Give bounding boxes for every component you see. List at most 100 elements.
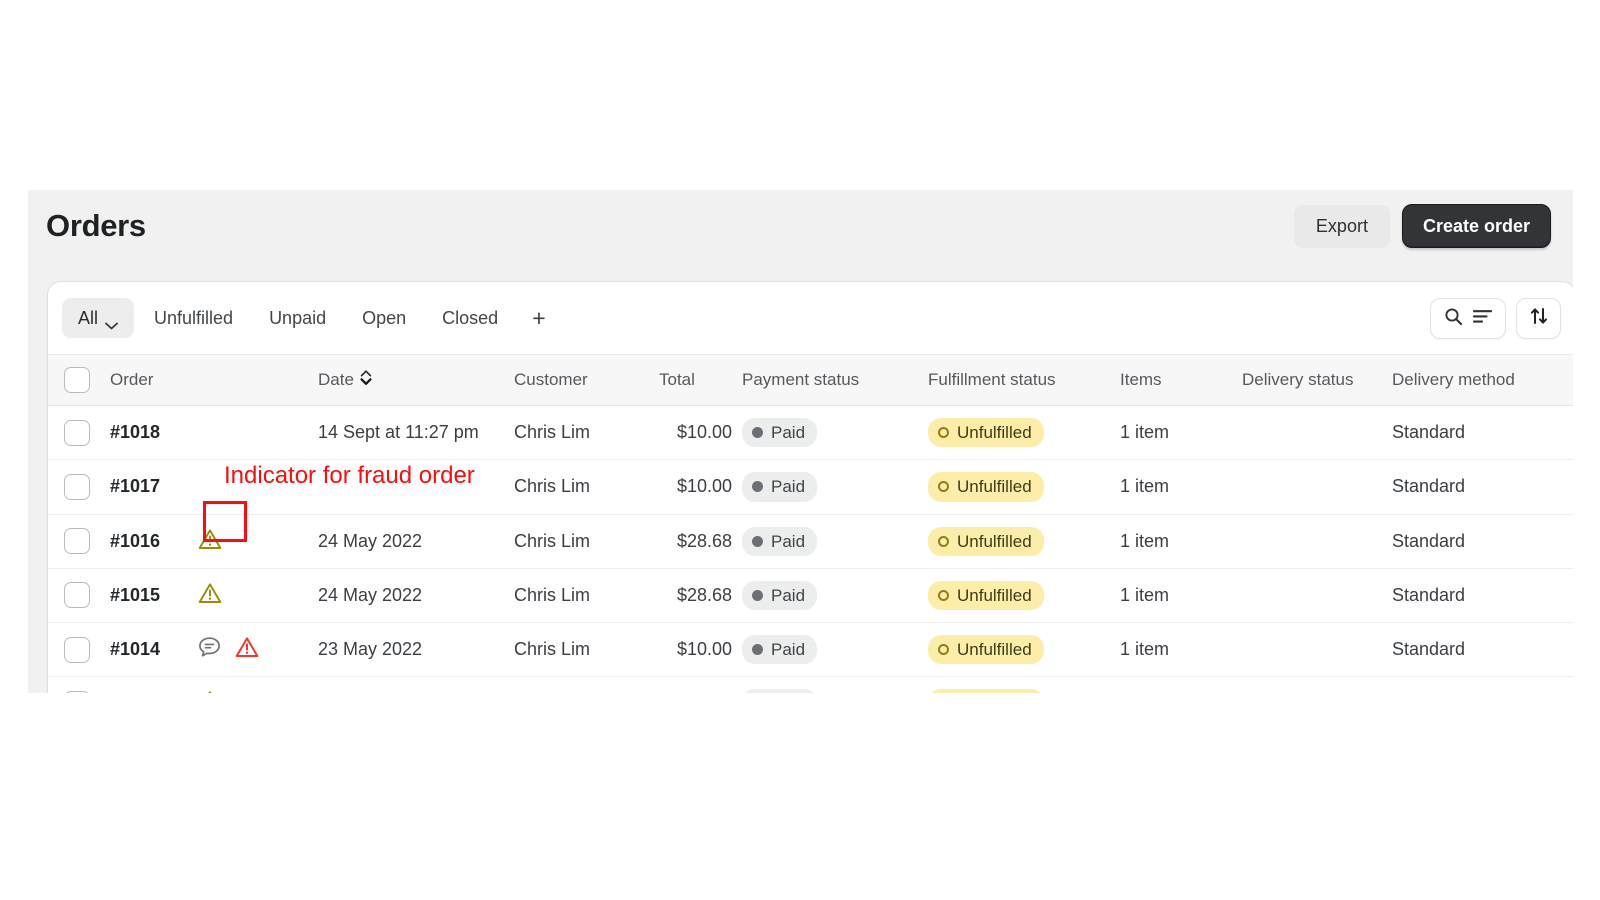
cell-customer: Chris Lim — [514, 623, 659, 677]
column-header-delivery-status[interactable]: Delivery status — [1242, 355, 1392, 406]
cell-date: 24 May 2022 — [318, 568, 514, 622]
warning-triangle-olive-icon[interactable] — [198, 528, 222, 555]
page-header: Orders Export Create order — [28, 190, 1573, 272]
table-row[interactable]: #101423 May 2022Chris Lim$10.00PaidUnful… — [48, 623, 1573, 677]
cell-order: #1017 — [110, 460, 196, 514]
table-row[interactable]: #101814 Sept at 11:27 pmChris Lim$10.00P… — [48, 406, 1573, 460]
row-checkbox[interactable] — [64, 637, 90, 663]
sort-button[interactable] — [1516, 298, 1561, 339]
status-badge-paid: Paid — [742, 581, 817, 610]
cell-delivery-status — [1242, 623, 1392, 677]
paid-label: Paid — [771, 476, 805, 497]
cell-items: 1 item — [1120, 623, 1242, 677]
cell-fulfillment-status: Unfulfilled — [928, 460, 1120, 514]
paid-label: Paid — [771, 585, 805, 606]
paid-dot-icon — [752, 590, 763, 601]
row-checkbox[interactable] — [64, 691, 90, 693]
paid-label: Paid — [771, 422, 805, 443]
cell-payment-status: Paid — [742, 460, 928, 514]
row-checkbox[interactable] — [64, 420, 90, 446]
table-row[interactable]: #101524 May 2022Chris Lim$28.68PaidUnful… — [48, 568, 1573, 622]
cell-flags — [196, 406, 318, 460]
paid-label: Paid — [771, 531, 805, 552]
table-body: #101814 Sept at 11:27 pmChris Lim$10.00P… — [48, 406, 1573, 694]
cell-date: 24 May 2022 — [318, 514, 514, 568]
orders-table: Order Date — [48, 354, 1573, 693]
column-header-payment-status[interactable]: Payment status — [742, 355, 928, 406]
cell-delivery-method: Standard — [1392, 568, 1573, 622]
column-header-order[interactable]: Order — [110, 355, 196, 406]
cell-items: 1 item — [1120, 514, 1242, 568]
cell-payment-status: Paid — [742, 568, 928, 622]
column-header-total[interactable]: Total — [659, 355, 742, 406]
table-row[interactable]: #10134 Mar 2022Chris Lim$29.59PaidUnfulf… — [48, 677, 1573, 693]
create-order-button[interactable]: Create order — [1402, 204, 1551, 248]
add-tab-button[interactable]: + — [518, 298, 559, 338]
status-badge-unfulfilled: Unfulfilled — [928, 418, 1044, 447]
cell-date: 14 Sept at 11:27 pm — [318, 406, 514, 460]
row-select-cell — [48, 460, 110, 514]
comment-bubble-icon[interactable] — [198, 636, 221, 663]
column-header-items[interactable]: Items — [1120, 355, 1242, 406]
export-button[interactable]: Export — [1294, 205, 1390, 247]
cell-items: 1 item — [1120, 677, 1242, 693]
unfulfilled-label: Unfulfilled — [957, 639, 1032, 660]
status-badge-unfulfilled: Unfulfilled — [928, 527, 1044, 556]
cell-total: $28.68 — [659, 568, 742, 622]
cell-delivery-method: Standard — [1392, 623, 1573, 677]
cell-delivery-status — [1242, 677, 1392, 693]
tab-open[interactable]: Open — [346, 298, 422, 338]
search-and-filter-button[interactable] — [1430, 298, 1506, 339]
tab-unfulfilled[interactable]: Unfulfilled — [138, 298, 249, 338]
cell-delivery-method: Standard — [1392, 514, 1573, 568]
cell-delivery-status — [1242, 406, 1392, 460]
tab-unfulfilled-label: Unfulfilled — [154, 308, 233, 329]
column-header-customer[interactable]: Customer — [514, 355, 659, 406]
filter-icon — [1473, 309, 1492, 329]
screen-root: Orders Export Create order All — [0, 0, 1600, 900]
column-header-flags — [196, 355, 318, 406]
row-checkbox[interactable] — [64, 528, 90, 554]
unfulfilled-label: Unfulfilled — [957, 422, 1032, 443]
warning-triangle-olive-icon[interactable] — [198, 582, 222, 609]
cell-customer: Chris Lim — [514, 460, 659, 514]
cell-flags — [196, 623, 318, 677]
paid-dot-icon — [752, 427, 763, 438]
search-icon — [1444, 307, 1463, 331]
unfulfilled-label: Unfulfilled — [957, 476, 1032, 497]
status-badge-paid: Paid — [742, 418, 817, 447]
row-select-cell — [48, 514, 110, 568]
tab-all[interactable]: All — [62, 298, 134, 338]
row-select-cell — [48, 568, 110, 622]
cell-flags — [196, 514, 318, 568]
table-row[interactable]: #101624 May 2022Chris Lim$28.68PaidUnful… — [48, 514, 1573, 568]
cell-delivery-method: Standard — [1392, 406, 1573, 460]
warning-triangle-olive-icon[interactable] — [198, 690, 222, 693]
column-header-delivery-method[interactable]: Delivery method — [1392, 355, 1573, 406]
cell-flags — [196, 568, 318, 622]
tab-unpaid[interactable]: Unpaid — [253, 298, 342, 338]
select-all-checkbox[interactable] — [64, 367, 90, 393]
status-badge-unfulfilled: Unfulfilled — [928, 635, 1044, 664]
select-all-header — [48, 355, 110, 406]
table-head: Order Date — [48, 355, 1573, 406]
tab-bar: All Unfulfilled Unpaid Open — [48, 282, 1573, 354]
status-badge-unfulfilled: Unfulfilled — [928, 472, 1044, 501]
column-header-date-label: Date — [318, 370, 354, 390]
warning-triangle-red-icon[interactable] — [235, 636, 259, 663]
row-checkbox[interactable] — [64, 474, 90, 500]
tab-closed[interactable]: Closed — [426, 298, 514, 338]
cell-total: $29.59 — [659, 677, 742, 693]
cell-order: #1015 — [110, 568, 196, 622]
row-select-cell — [48, 406, 110, 460]
sort-chevrons-icon — [360, 369, 372, 391]
row-checkbox[interactable] — [64, 582, 90, 608]
column-header-fulfillment-status[interactable]: Fulfillment status — [928, 355, 1120, 406]
paid-dot-icon — [752, 644, 763, 655]
cell-date: 23 May 2022 — [318, 623, 514, 677]
unfulfilled-ring-icon — [938, 427, 949, 438]
column-header-date[interactable]: Date — [318, 355, 514, 406]
table-row[interactable]: #1017Chris Lim$10.00PaidUnfulfilled1 ite… — [48, 460, 1573, 514]
cell-delivery-status — [1242, 514, 1392, 568]
add-tab-label: + — [532, 305, 545, 332]
